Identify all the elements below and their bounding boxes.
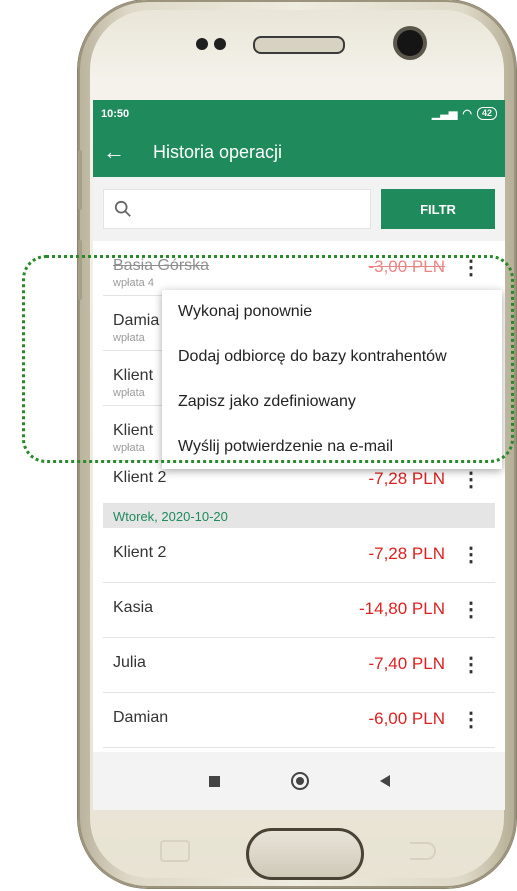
search-row: FILTR (93, 177, 505, 241)
app-bar: ← Historia operacji (93, 127, 505, 177)
list-item[interactable]: Klient 2 -7,28 PLN ⋮ (103, 528, 495, 583)
earpiece-speaker (253, 36, 345, 54)
operation-name: Damian (113, 709, 169, 726)
list-item[interactable]: Julia -7,40 PLN ⋮ (103, 638, 495, 693)
front-camera (397, 30, 423, 56)
date-group-header: Wtorek, 2020-10-20 (103, 504, 495, 528)
more-vert-icon[interactable]: ⋮ (461, 542, 481, 567)
operation-name: Damia (113, 312, 160, 329)
operation-amount: -6,00 PLN (368, 709, 445, 728)
operation-name: Julia (113, 654, 146, 671)
more-vert-icon[interactable]: ⋮ (461, 255, 481, 280)
recent-apps-icon[interactable] (208, 775, 220, 787)
operation-name: Klient 2 (113, 544, 167, 561)
operation-sub: wpłata (113, 442, 145, 454)
nav-back-icon[interactable] (379, 775, 390, 787)
list-item[interactable]: Damian -6,00 PLN ⋮ (103, 693, 495, 748)
page-title: Historia operacji (153, 141, 283, 162)
menu-item-save-defined[interactable]: Zapisz jako zdefiniowany (162, 380, 502, 425)
more-vert-icon[interactable]: ⋮ (461, 467, 481, 492)
battery-icon: 42 (476, 107, 497, 120)
operation-name: Klient (113, 422, 154, 439)
hardware-back-icon (410, 842, 436, 860)
more-vert-icon[interactable]: ⋮ (461, 707, 481, 732)
operation-name: Klient (113, 367, 154, 384)
status-bar: 10:50 ▁▃▅ ◠ 42 (93, 100, 505, 127)
menu-item-send-email[interactable]: Wyślij potwierdzenie na e-mail (162, 424, 502, 469)
status-time: 10:50 (101, 107, 130, 120)
home-icon[interactable] (290, 772, 309, 790)
android-nav-bar (93, 752, 505, 810)
operation-sub: wpłata (113, 332, 145, 344)
operation-name: Klient 2 (113, 469, 167, 486)
operation-amount: -7,28 PLN (368, 469, 445, 488)
volume-button (78, 150, 82, 210)
operation-name: Basia Górska (113, 257, 210, 274)
operation-amount: -7,28 PLN (368, 544, 445, 563)
search-input[interactable] (103, 189, 371, 229)
operation-amount: -3,00 PLN (368, 257, 445, 276)
context-menu: Wykonaj ponownie Dodaj odbiorcę do bazy … (162, 290, 502, 469)
operation-sub: wpłata (113, 387, 145, 399)
menu-item-repeat[interactable]: Wykonaj ponownie (162, 290, 502, 335)
hardware-recent-icon (160, 840, 190, 862)
wifi-icon: ◠ (462, 108, 472, 120)
more-vert-icon[interactable]: ⋮ (461, 597, 481, 622)
screen: 10:50 ▁▃▅ ◠ 42 ← Historia operacji FILTR… (93, 100, 505, 752)
signal-icon: ▁▃▅ (431, 108, 458, 120)
status-icons: ▁▃▅ ◠ 42 (432, 107, 497, 120)
operation-amount: -14,80 PLN (359, 599, 445, 618)
operation-amount: -7,40 PLN (368, 654, 445, 673)
list-item[interactable]: Basia Górska wpłata 4 -3,00 PLN ⋮ (103, 241, 495, 296)
operation-sub: wpłata 4 (113, 277, 154, 289)
volume-button-2 (78, 240, 82, 300)
list-item[interactable]: Kasia -14,80 PLN ⋮ (103, 583, 495, 638)
back-arrow-icon[interactable]: ← (93, 139, 135, 165)
search-icon (114, 200, 131, 217)
more-vert-icon[interactable]: ⋮ (461, 652, 481, 677)
menu-item-add-recipient[interactable]: Dodaj odbiorcę do bazy kontrahentów (162, 335, 502, 380)
hardware-home-button[interactable] (246, 828, 364, 880)
sensor-dots (196, 38, 226, 50)
operation-name: Kasia (113, 599, 154, 616)
filter-button[interactable]: FILTR (381, 189, 495, 229)
